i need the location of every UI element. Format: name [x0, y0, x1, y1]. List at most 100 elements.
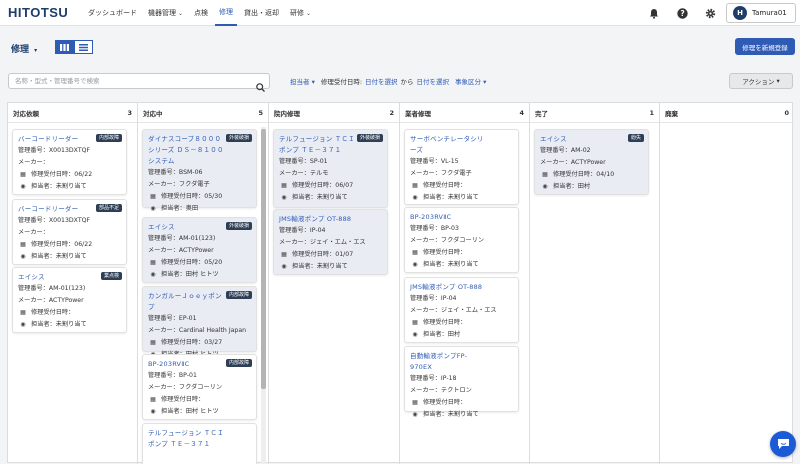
card-mgmt: 管理番号：AM-01(123) — [18, 285, 86, 292]
new-repair-button[interactable]: 修理を新規登録 — [735, 38, 795, 55]
card-title[interactable]: サーボベンチレータシリーズ — [410, 134, 488, 156]
calendar-icon: ▦ — [412, 399, 418, 406]
category-filter-label: 事象区分 — [455, 78, 482, 86]
card-title[interactable]: JMS輸液ポンプ OT-888 — [410, 282, 488, 293]
date-from-picker[interactable]: 日付を選択 — [365, 76, 398, 86]
repair-card[interactable]: テルフュージョン ＴＣＩ ポンプ ＴＥ－３７１ — [142, 423, 257, 464]
column-title: 完了 — [535, 109, 548, 118]
card-title[interactable]: カンガルーＪｏｅｙポンプ — [148, 291, 226, 313]
status-badge: 内部故障 — [95, 134, 122, 142]
card-title[interactable]: BP-203RVⅡC — [148, 359, 226, 370]
repair-card[interactable]: エイシス 業点検 管理番号：AM-01(123) メーカー：ACTYPower … — [12, 267, 127, 333]
status-badge: 業点検 — [100, 272, 122, 280]
repair-card[interactable]: サーボベンチレータシリーズ 管理番号：VL-15 メーカー：フクダ電子 ▦ 修理受… — [404, 129, 519, 205]
status-badge: 外装破損 — [225, 134, 252, 142]
chat-support-button[interactable] — [770, 431, 796, 457]
repair-card[interactable]: テルフュージョン ＴＣＩ ポンプ ＴＥ－３７１ 外装破損 管理番号：SP-01 … — [273, 129, 388, 208]
status-badge: 外装破損 — [225, 222, 252, 230]
repair-card[interactable]: バーコードリーダー 内部故障 管理番号：X0013DXTQF メーカー： ▦ 修理… — [12, 129, 127, 195]
card-title[interactable]: エイシス — [540, 134, 618, 145]
category-filter[interactable]: 事象区分 ▾ — [455, 76, 486, 86]
assignee-filter[interactable]: 担当者 ▾ — [290, 76, 315, 86]
nav-equipment[interactable]: 機器管理 ⌄ — [144, 0, 187, 26]
card-date: 修理受付日時：04/10 — [553, 171, 615, 178]
card-title[interactable]: エイシス — [148, 222, 226, 233]
nav-dashboard[interactable]: ダッシュボード — [84, 0, 141, 26]
view-toggle — [55, 40, 93, 54]
card-assignee: 担当者：未割り当て — [423, 194, 479, 201]
card-assignee: 担当者：未割り当て — [292, 263, 348, 270]
board-view-button[interactable] — [55, 40, 74, 54]
card-mgmt: 管理番号：EP-01 — [148, 315, 197, 322]
card-date: 修理受付日時：01/07 — [292, 251, 354, 258]
bell-icon[interactable] — [647, 6, 661, 20]
help-icon[interactable]: ? — [675, 6, 689, 20]
card-title[interactable]: JMS輸液ポンプ OT-888 — [279, 214, 357, 225]
chevron-down-icon: ▾ — [483, 78, 487, 86]
card-title[interactable]: バーコードリーダー — [18, 204, 96, 215]
nav-repair[interactable]: 修理 — [215, 0, 238, 26]
column-request: 対応依頼 3 バーコードリーダー 内部故障 管理番号：X0013DXTQF メーカ… — [8, 103, 138, 464]
card-maker: メーカー：ACTYPower — [540, 159, 606, 166]
column-title: 廃棄 — [665, 109, 678, 118]
repair-card[interactable]: JMS輸液ポンプ OT-888 管理番号：IP-04 メーカー：ジェイ・エム・エ… — [273, 209, 388, 275]
gear-icon[interactable] — [703, 6, 717, 20]
column-count: 1 — [649, 108, 654, 117]
repair-card[interactable]: エイシス 紛失 管理番号：AM-02 メーカー：ACTYPower ▦ 修理受付日… — [534, 129, 649, 195]
card-mgmt: 管理番号：IP-04 — [410, 295, 457, 302]
card-title[interactable]: テルフュージョン ＴＣＩ ポンプ ＴＥ－３７１ — [148, 428, 226, 450]
calendar-icon: ▦ — [20, 241, 26, 248]
card-date: 修理受付日時： — [423, 249, 467, 256]
card-mgmt: 管理番号：BP-03 — [410, 225, 459, 232]
repair-card[interactable]: JMS輸液ポンプ OT-888 管理番号：IP-04 メーカー：ジェイ・エム・エ… — [404, 277, 519, 343]
repair-card[interactable]: BP-203RVⅡC 管理番号：BP-03 メーカー：フクダコーリン ▦ 修理受付… — [404, 207, 519, 273]
column-count: 3 — [127, 108, 132, 117]
range-word: から — [400, 78, 414, 86]
card-title[interactable]: テルフュージョン ＴＣＩ ポンプ ＴＥ－３７１ — [279, 134, 357, 156]
card-assignee: 担当者：未割り当て — [423, 261, 479, 268]
list-view-icon — [79, 43, 88, 51]
card-title[interactable]: ダイナスコープ８０００シリーズ ＤＳ－８１００システム — [148, 134, 226, 167]
page-title[interactable]: 修理 ▾ — [11, 42, 37, 55]
chevron-down-icon: ▾ — [776, 77, 780, 85]
card-maker: メーカー： — [18, 229, 49, 236]
date-to-picker[interactable]: 日付を選択 — [417, 76, 450, 86]
card-mgmt: 管理番号：AM-01(123) — [148, 235, 216, 242]
column-in-house-repair: 院内修理 2 テルフュージョン ＴＣＩ ポンプ ＴＥ－３７１ 外装破損 管理番号：… — [269, 103, 400, 464]
repair-card[interactable]: バーコードリーダー 部品不足 管理番号：X0013DXTQF メーカー： ▦ 修理… — [12, 199, 127, 265]
card-maker: メーカー：テルモ — [279, 170, 329, 177]
user-menu[interactable]: H Tamura01 — [726, 3, 796, 23]
search-input[interactable] — [15, 77, 245, 85]
chevron-down-icon: ⌄ — [178, 9, 184, 17]
app-logo[interactable]: HITOTSU — [8, 5, 68, 20]
repair-card[interactable]: ダイナスコープ８０００シリーズ ＤＳ－８１００システム 外装破損 管理番号：BS… — [142, 129, 257, 212]
repair-card[interactable]: カンガルーＪｏｅｙポンプ 内部故障 管理番号：EP-01 メーカー：Cardin… — [142, 286, 257, 358]
card-title[interactable]: BP-203RVⅡC — [410, 212, 488, 223]
action-dropdown[interactable]: アクション ▾ — [729, 73, 793, 89]
nav-lending[interactable]: 貸出・返却 — [240, 0, 283, 26]
card-title[interactable]: エイシス — [18, 272, 96, 283]
chevron-down-icon: ⌄ — [306, 9, 312, 17]
repair-card[interactable]: BP-203RVⅡC 内部故障 管理番号：BP-01 メーカー：フクダコーリン … — [142, 354, 257, 420]
card-assignee: 担当者：未割り当て — [423, 411, 479, 418]
nav-inspection[interactable]: 点検 — [190, 0, 212, 26]
user-icon: ◉ — [412, 411, 418, 418]
card-mgmt: 管理番号：BP-01 — [148, 372, 197, 379]
username: Tamura01 — [752, 9, 787, 17]
list-view-button[interactable] — [74, 40, 93, 54]
repair-card[interactable]: エイシス 外装破損 管理番号：AM-01(123) メーカー：ACTYPower… — [142, 217, 257, 283]
search-icon[interactable] — [256, 77, 265, 96]
card-title[interactable]: 自動輸液ポンプFP-970EX — [410, 351, 488, 373]
user-icon: ◉ — [412, 261, 418, 268]
calendar-icon: ▦ — [150, 259, 156, 266]
nav-label: 機器管理 — [148, 9, 176, 17]
nav-label: 貸出・返却 — [244, 9, 280, 17]
card-title[interactable]: バーコードリーダー — [18, 134, 96, 145]
column-count: 0 — [784, 108, 789, 117]
column-scrollbar-thumb[interactable] — [261, 129, 266, 389]
nav-training[interactable]: 研修 ⌄ — [286, 0, 315, 26]
user-icon: ◉ — [412, 331, 418, 338]
column-disposal: 廃棄 0 — [660, 103, 794, 464]
repair-card[interactable]: 自動輸液ポンプFP-970EX 管理番号：IP-18 メーカー：テクトロン ▦ 修… — [404, 346, 519, 418]
user-icon: ◉ — [150, 408, 156, 415]
